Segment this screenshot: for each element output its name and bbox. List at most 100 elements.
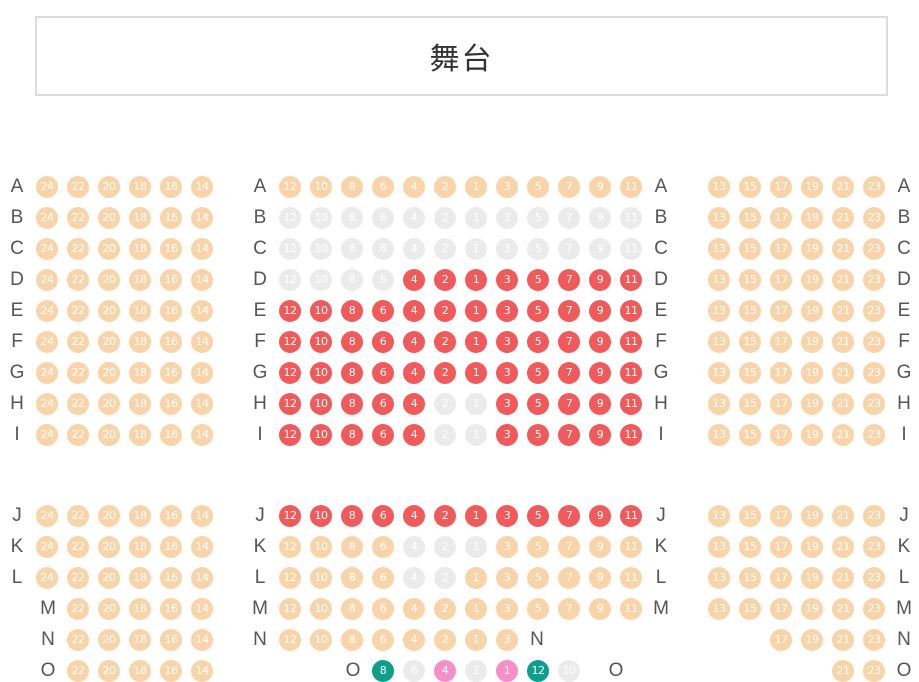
- seat-center-B-9[interactable]: 9: [589, 207, 611, 229]
- seat-right-J-19[interactable]: 19: [801, 505, 823, 527]
- seat-center-N-2[interactable]: 2: [434, 629, 456, 651]
- seat-center-K-10[interactable]: 10: [310, 536, 332, 558]
- seat-right-K-13[interactable]: 13: [708, 536, 730, 558]
- seat-center-I-5[interactable]: 5: [527, 424, 549, 446]
- seat-center-L-11[interactable]: 11: [620, 567, 642, 589]
- seat-left-M-20[interactable]: 20: [98, 598, 120, 620]
- seat-left-M-16[interactable]: 16: [160, 598, 182, 620]
- seat-center-N-4[interactable]: 4: [403, 629, 425, 651]
- seat-left-O-22[interactable]: 22: [67, 660, 89, 682]
- seat-center-M-11[interactable]: 11: [620, 598, 642, 620]
- seat-center-B-5[interactable]: 5: [527, 207, 549, 229]
- seat-right-D-17[interactable]: 17: [770, 269, 792, 291]
- seat-center-K-1[interactable]: 1: [465, 536, 487, 558]
- seat-center-E-4[interactable]: 4: [403, 300, 425, 322]
- seat-center-O-4[interactable]: 4: [434, 660, 456, 682]
- seat-left-J-16[interactable]: 16: [160, 505, 182, 527]
- seat-center-H-8[interactable]: 8: [341, 393, 363, 415]
- seat-right-C-13[interactable]: 13: [708, 238, 730, 260]
- seat-center-B-6[interactable]: 6: [372, 207, 394, 229]
- seat-left-G-24[interactable]: 24: [36, 362, 58, 384]
- seat-left-K-16[interactable]: 16: [160, 536, 182, 558]
- seat-center-E-9[interactable]: 9: [589, 300, 611, 322]
- seat-right-I-21[interactable]: 21: [832, 424, 854, 446]
- seat-center-N-6[interactable]: 6: [372, 629, 394, 651]
- seat-left-B-14[interactable]: 14: [191, 207, 213, 229]
- seat-center-L-6[interactable]: 6: [372, 567, 394, 589]
- seat-center-D-2[interactable]: 2: [434, 269, 456, 291]
- seat-right-I-19[interactable]: 19: [801, 424, 823, 446]
- seat-right-E-19[interactable]: 19: [801, 300, 823, 322]
- seat-right-L-19[interactable]: 19: [801, 567, 823, 589]
- seat-right-H-17[interactable]: 17: [770, 393, 792, 415]
- seat-right-K-19[interactable]: 19: [801, 536, 823, 558]
- seat-right-H-15[interactable]: 15: [739, 393, 761, 415]
- seat-left-A-18[interactable]: 18: [129, 176, 151, 198]
- seat-center-A-8[interactable]: 8: [341, 176, 363, 198]
- seat-left-K-18[interactable]: 18: [129, 536, 151, 558]
- seat-left-C-16[interactable]: 16: [160, 238, 182, 260]
- seat-center-B-10[interactable]: 10: [310, 207, 332, 229]
- seat-center-K-12[interactable]: 12: [279, 536, 301, 558]
- seat-right-G-19[interactable]: 19: [801, 362, 823, 384]
- seat-left-C-18[interactable]: 18: [129, 238, 151, 260]
- seat-right-J-17[interactable]: 17: [770, 505, 792, 527]
- seat-right-M-21[interactable]: 21: [832, 598, 854, 620]
- seat-right-A-21[interactable]: 21: [832, 176, 854, 198]
- seat-left-I-24[interactable]: 24: [36, 424, 58, 446]
- seat-right-A-15[interactable]: 15: [739, 176, 761, 198]
- seat-center-D-1[interactable]: 1: [465, 269, 487, 291]
- seat-left-G-14[interactable]: 14: [191, 362, 213, 384]
- seat-center-H-3[interactable]: 3: [496, 393, 518, 415]
- seat-center-M-1[interactable]: 1: [465, 598, 487, 620]
- seat-center-E-1[interactable]: 1: [465, 300, 487, 322]
- seat-left-E-22[interactable]: 22: [67, 300, 89, 322]
- seat-center-D-7[interactable]: 7: [558, 269, 580, 291]
- seat-center-E-7[interactable]: 7: [558, 300, 580, 322]
- seat-left-O-20[interactable]: 20: [98, 660, 120, 682]
- seat-center-F-7[interactable]: 7: [558, 331, 580, 353]
- seat-center-B-8[interactable]: 8: [341, 207, 363, 229]
- seat-center-L-5[interactable]: 5: [527, 567, 549, 589]
- seat-center-G-11[interactable]: 11: [620, 362, 642, 384]
- seat-center-J-9[interactable]: 9: [589, 505, 611, 527]
- seat-center-C-5[interactable]: 5: [527, 238, 549, 260]
- seat-right-I-17[interactable]: 17: [770, 424, 792, 446]
- seat-right-B-13[interactable]: 13: [708, 207, 730, 229]
- seat-center-L-3[interactable]: 3: [496, 567, 518, 589]
- seat-center-H-10[interactable]: 10: [310, 393, 332, 415]
- seat-right-M-15[interactable]: 15: [739, 598, 761, 620]
- seat-center-J-4[interactable]: 4: [403, 505, 425, 527]
- seat-center-J-10[interactable]: 10: [310, 505, 332, 527]
- seat-left-B-22[interactable]: 22: [67, 207, 89, 229]
- seat-center-D-12[interactable]: 12: [279, 269, 301, 291]
- seat-left-D-20[interactable]: 20: [98, 269, 120, 291]
- seat-left-O-18[interactable]: 18: [129, 660, 151, 682]
- seat-right-K-23[interactable]: 23: [863, 536, 885, 558]
- seat-left-C-20[interactable]: 20: [98, 238, 120, 260]
- seat-center-H-12[interactable]: 12: [279, 393, 301, 415]
- seat-right-F-23[interactable]: 23: [863, 331, 885, 353]
- seat-right-G-21[interactable]: 21: [832, 362, 854, 384]
- seat-left-M-18[interactable]: 18: [129, 598, 151, 620]
- seat-center-B-3[interactable]: 3: [496, 207, 518, 229]
- seat-left-N-16[interactable]: 16: [160, 629, 182, 651]
- seat-left-H-18[interactable]: 18: [129, 393, 151, 415]
- seat-left-B-16[interactable]: 16: [160, 207, 182, 229]
- seat-left-G-18[interactable]: 18: [129, 362, 151, 384]
- seat-center-E-10[interactable]: 10: [310, 300, 332, 322]
- seat-right-E-15[interactable]: 15: [739, 300, 761, 322]
- seat-center-F-12[interactable]: 12: [279, 331, 301, 353]
- seat-center-M-9[interactable]: 9: [589, 598, 611, 620]
- seat-right-B-15[interactable]: 15: [739, 207, 761, 229]
- seat-left-A-22[interactable]: 22: [67, 176, 89, 198]
- seat-right-G-13[interactable]: 13: [708, 362, 730, 384]
- seat-left-O-16[interactable]: 16: [160, 660, 182, 682]
- seat-center-C-4[interactable]: 4: [403, 238, 425, 260]
- seat-center-E-3[interactable]: 3: [496, 300, 518, 322]
- seat-center-L-1[interactable]: 1: [465, 567, 487, 589]
- seat-center-G-1[interactable]: 1: [465, 362, 487, 384]
- seat-center-F-10[interactable]: 10: [310, 331, 332, 353]
- seat-left-H-24[interactable]: 24: [36, 393, 58, 415]
- seat-center-I-7[interactable]: 7: [558, 424, 580, 446]
